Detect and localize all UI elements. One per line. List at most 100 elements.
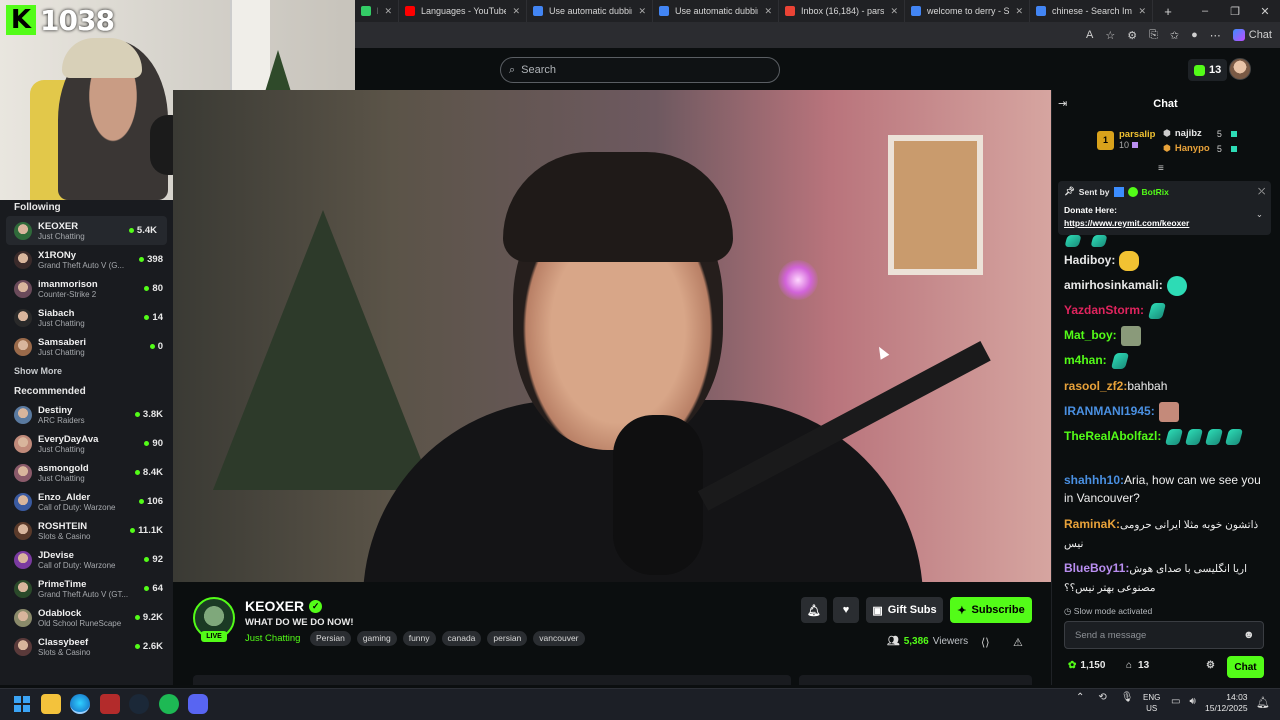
new-tab-button[interactable]: + — [1153, 4, 1183, 19]
sidebar-channel-roshtein[interactable]: ROSHTEIN Slots & Casino 11.1K — [0, 516, 173, 545]
minimize-window-icon[interactable]: – — [1190, 5, 1220, 17]
stream-tag[interactable]: canada — [441, 631, 482, 646]
close-tab-icon[interactable]: ✕ — [764, 6, 772, 17]
sidebar-channel-classybeef[interactable]: Classybeef Slots & Casino 2.6K — [0, 632, 173, 661]
pinned-link[interactable]: https://www.reymit.com/keoxer — [1064, 218, 1265, 228]
emote-row — [1064, 232, 1109, 250]
windows-start-icon[interactable] — [12, 694, 32, 714]
chat-username[interactable]: RaminaK: — [1064, 517, 1120, 531]
chat-settings-icon[interactable]: ⚙ — [1206, 660, 1215, 671]
sidebar-channel-asmongold[interactable]: asmongold Just Chatting 8.4K — [0, 458, 173, 487]
microphone-icon[interactable]: 🎙︎ — [1121, 692, 1134, 703]
stream-category-link[interactable]: Just Chatting — [245, 633, 300, 644]
sidebar-channel-siabach[interactable]: Siabach Just Chatting 14 — [0, 303, 173, 332]
sidebar-channel-x1rony[interactable]: X1RONy Grand Theft Auto V (G... 398 — [0, 245, 173, 274]
sidebar-channel-keoxer[interactable]: KEOXER Just Chatting 5.4K — [6, 216, 167, 245]
chat-send-button[interactable]: Chat — [1227, 656, 1264, 678]
close-tab-icon[interactable]: ✕ — [512, 6, 520, 17]
chat-message-input[interactable]: Send a message — [1064, 621, 1264, 649]
browser-tab[interactable]: welcome to derry - Search ✕ — [905, 0, 1030, 22]
app-icon[interactable] — [100, 694, 120, 714]
channel-category: Just Chatting — [38, 318, 85, 328]
sidebar-channel-destiny[interactable]: Destiny ARC Raiders 3.8K — [0, 400, 173, 429]
close-tab-icon[interactable]: ✕ — [638, 6, 646, 17]
share-icon[interactable]: ⟨⟩ — [981, 636, 990, 649]
sidebar-channel-imanmorison[interactable]: imanmorison Counter-Strike 2 80 — [0, 274, 173, 303]
sidebar-channel-odablock[interactable]: Odablock Old School RuneScape 9.2K — [0, 603, 173, 632]
chat-username[interactable]: m4han: — [1064, 353, 1107, 367]
expand-leaderboard-icon[interactable]: ≡ — [1158, 163, 1164, 174]
browser-tab[interactable]: Dubbing ✕ — [355, 0, 399, 22]
edge-browser-icon[interactable] — [70, 694, 90, 714]
search-input[interactable]: ⌕ Search — [500, 57, 780, 83]
store-button[interactable]: ⌂ 13 — [1126, 660, 1149, 671]
chat-username[interactable]: shahhh10: — [1064, 473, 1124, 487]
copilot-label: Chat — [1248, 29, 1272, 41]
sidebar-channel-everydayava[interactable]: EveryDayAva Just Chatting 90 — [0, 429, 173, 458]
speaker-icon[interactable]: 🔊︎ — [1189, 696, 1195, 707]
gift-subs-button[interactable]: ▣ Gift Subs — [866, 597, 943, 623]
discord-icon[interactable] — [188, 694, 208, 714]
browser-tab[interactable]: Languages - YouTube Studio ✕ — [399, 0, 527, 22]
sidebar-channel-primetime[interactable]: PrimeTime Grand Theft Auto V (GT... 64 — [0, 574, 173, 603]
chat-username[interactable]: amirhosinkamali: — [1064, 278, 1163, 292]
unpin-icon[interactable]: ⤫ — [1258, 186, 1265, 197]
chat-username[interactable]: rasool_zf2: — [1064, 379, 1127, 393]
language-indicator[interactable]: ENG US — [1143, 692, 1160, 714]
user-avatar[interactable] — [1229, 58, 1251, 80]
sidebar-channel-samsaberi[interactable]: Samsaberi Just Chatting 0 — [0, 332, 173, 361]
channel-viewers: 398 — [139, 254, 163, 265]
show-more-link[interactable]: Show More — [0, 361, 173, 381]
spotify-icon[interactable] — [159, 694, 179, 714]
browser-tab[interactable]: chinese - Search Images ✕ — [1030, 0, 1153, 22]
close-tab-icon[interactable]: ✕ — [1015, 6, 1023, 17]
stream-tag[interactable]: vancouver — [533, 631, 585, 646]
close-window-icon[interactable]: ✕ — [1250, 5, 1280, 18]
chat-username[interactable]: Mat_boy: — [1064, 328, 1117, 342]
follow-button[interactable]: ♥ — [833, 597, 859, 623]
streamer-name[interactable]: KEOXER ✓ — [245, 598, 323, 614]
chevron-down-icon[interactable]: ⌄ — [1256, 209, 1263, 220]
favorites-icon[interactable]: ✩ — [1170, 29, 1179, 42]
display-icon[interactable]: ▭ — [1171, 696, 1180, 707]
bot-badge-icon — [1113, 186, 1124, 197]
stream-tag[interactable]: Persian — [310, 631, 351, 646]
chat-username[interactable]: TheRealAbolfazl: — [1064, 429, 1161, 443]
chat-username[interactable]: YazdanStorm: — [1064, 303, 1144, 317]
steam-icon[interactable] — [129, 694, 149, 714]
chevron-up-icon[interactable]: ⌃ — [1076, 692, 1084, 703]
chat-username[interactable]: BlueBoy11: — [1064, 561, 1129, 575]
notification-bell-button[interactable]: 🔔︎ — [801, 597, 827, 623]
more-menu-icon[interactable]: ⋯ — [1210, 29, 1221, 42]
maximize-window-icon[interactable]: ❐ — [1220, 5, 1250, 18]
profile-icon[interactable]: ● — [1191, 29, 1198, 41]
stream-tag[interactable]: gaming — [356, 631, 397, 646]
video-player[interactable] — [173, 90, 1051, 582]
kicks-balance-button[interactable]: 13 — [1188, 59, 1228, 81]
sidebar-channel-enzo_alder[interactable]: Enzo_Alder Call of Duty: Warzone 106 — [0, 487, 173, 516]
sidebar-channel-jdevise[interactable]: JDevise Call of Duty: Warzone 92 — [0, 545, 173, 574]
favorite-star-icon[interactable]: ☆ — [1105, 29, 1115, 42]
subscribe-button[interactable]: ✦ Subscribe — [950, 597, 1032, 623]
close-tab-icon[interactable]: ✕ — [890, 6, 898, 17]
channel-points[interactable]: ✿ 1,150 — [1068, 660, 1105, 671]
stream-tag[interactable]: persian — [487, 631, 528, 646]
extensions-icon[interactable]: ⚙ — [1127, 29, 1137, 42]
browser-tab[interactable]: Inbox (16,184) - parsalip ✕ — [779, 0, 905, 22]
close-tab-icon[interactable]: ✕ — [1138, 6, 1146, 17]
chat-username[interactable]: IRANMANI1945: — [1064, 404, 1155, 418]
sync-icon[interactable]: ⟲ — [1098, 692, 1106, 703]
taskbar-clock[interactable]: 14:03 15/12/2025 — [1205, 692, 1248, 714]
report-icon[interactable]: ⚠ — [1013, 636, 1023, 649]
browser-tab[interactable]: Use automatic dubbing ✕ — [653, 0, 779, 22]
stream-tag[interactable]: funny — [402, 631, 436, 646]
read-aloud-icon[interactable]: A — [1086, 29, 1093, 41]
chat-username[interactable]: Hadiboy: — [1064, 253, 1115, 267]
copilot-chat-button[interactable]: Chat — [1232, 29, 1272, 41]
file-explorer-icon[interactable] — [41, 694, 61, 714]
collections-icon[interactable]: ⎘ — [1149, 29, 1158, 42]
browser-tab[interactable]: Use automatic dubbing ✕ — [527, 0, 653, 22]
notification-bell-icon[interactable]: 🔔︎ — [1256, 696, 1270, 709]
close-tab-icon[interactable]: ✕ — [384, 6, 392, 17]
emoji-picker-icon[interactable]: ☻ — [1243, 629, 1255, 641]
